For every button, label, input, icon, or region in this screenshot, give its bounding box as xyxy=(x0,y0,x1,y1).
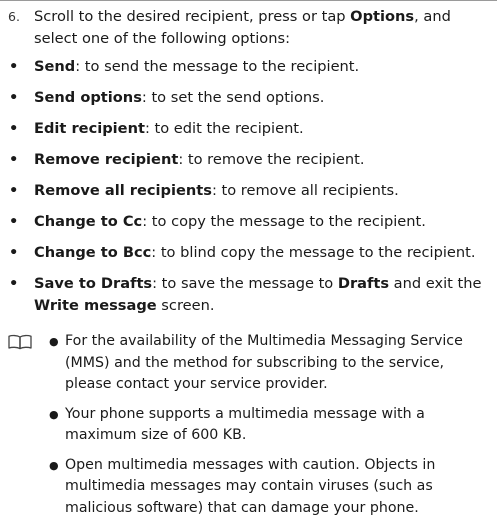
note-text: Open multimedia messages with caution. O… xyxy=(65,456,436,516)
list-item: ● For the availability of the Multimedia … xyxy=(49,331,493,396)
option-term: Send xyxy=(34,58,76,75)
bullet-icon: • xyxy=(9,244,19,261)
option-desc: : to blind copy the message to the recip… xyxy=(151,244,476,261)
note-text: Your phone supports a multimedia message… xyxy=(65,405,425,444)
note-block: ● For the availability of the Multimedia … xyxy=(7,331,493,527)
option-term: Send options xyxy=(34,89,142,106)
option-term: Edit recipient xyxy=(34,120,145,137)
option-desc: : to remove the recipient. xyxy=(178,151,365,168)
bullet-icon: ● xyxy=(49,458,59,472)
list-item: • Change to Bcc: to blind copy the messag… xyxy=(8,242,494,264)
step-number: 6. xyxy=(8,9,20,24)
bullet-icon: • xyxy=(9,151,19,168)
bullet-icon: • xyxy=(9,213,19,230)
step-6: 6. Scroll to the desired recipient, pres… xyxy=(8,6,492,50)
bullet-icon: ● xyxy=(49,335,59,348)
note-list: ● For the availability of the Multimedia … xyxy=(49,331,493,519)
bullet-icon: • xyxy=(9,58,19,75)
bullet-icon: • xyxy=(9,182,19,199)
option-term: Save to Drafts xyxy=(34,275,153,292)
book-icon xyxy=(8,334,32,350)
list-item: ● Open multimedia messages with caution. … xyxy=(49,455,493,520)
option-desc: : to send the message to the recipient. xyxy=(75,58,360,75)
list-item: • Change to Cc: to copy the message to th… xyxy=(8,211,494,233)
option-desc: : to remove all recipients. xyxy=(211,182,399,199)
option-desc: : to save the message to xyxy=(152,275,338,292)
options-list: • Send: to send the message to the recipi… xyxy=(8,56,494,326)
step-text: Scroll to the desired recipient, press o… xyxy=(34,6,492,50)
option-term: Write message xyxy=(34,297,157,314)
option-desc: : to edit the recipient. xyxy=(144,120,304,137)
option-term: Drafts xyxy=(337,275,390,292)
bullet-icon: • xyxy=(9,120,19,137)
bullet-icon: • xyxy=(9,275,19,292)
option-desc: : to set the send options. xyxy=(141,89,325,106)
list-item: • Save to Drafts: to save the message to … xyxy=(8,273,494,317)
option-desc: : to copy the message to the recipient. xyxy=(142,213,426,230)
option-term: Remove all recipients xyxy=(34,182,212,199)
bullet-icon: ● xyxy=(49,407,59,421)
list-item: • Edit recipient: to edit the recipient. xyxy=(8,118,494,140)
option-term: Change to Bcc xyxy=(34,244,152,261)
top-divider xyxy=(0,0,497,1)
list-item: • Send options: to set the send options. xyxy=(8,87,494,109)
bullet-icon: • xyxy=(9,89,19,106)
option-term: Change to Cc xyxy=(34,213,143,230)
list-item: • Remove recipient: to remove the recipie… xyxy=(8,149,494,171)
options-term: Options xyxy=(350,8,415,25)
option-term: Remove recipient xyxy=(34,151,179,168)
list-item: ● Your phone supports a multimedia messag… xyxy=(49,404,493,447)
step-text-part: Scroll to the desired recipient, press o… xyxy=(34,8,351,25)
list-item: • Send: to send the message to the recipi… xyxy=(8,56,494,78)
note-text: For the availability of the Multimedia M… xyxy=(65,333,463,392)
option-desc: screen. xyxy=(156,297,215,314)
option-desc: and exit the xyxy=(389,275,482,292)
list-item: • Remove all recipients: to remove all re… xyxy=(8,180,494,202)
